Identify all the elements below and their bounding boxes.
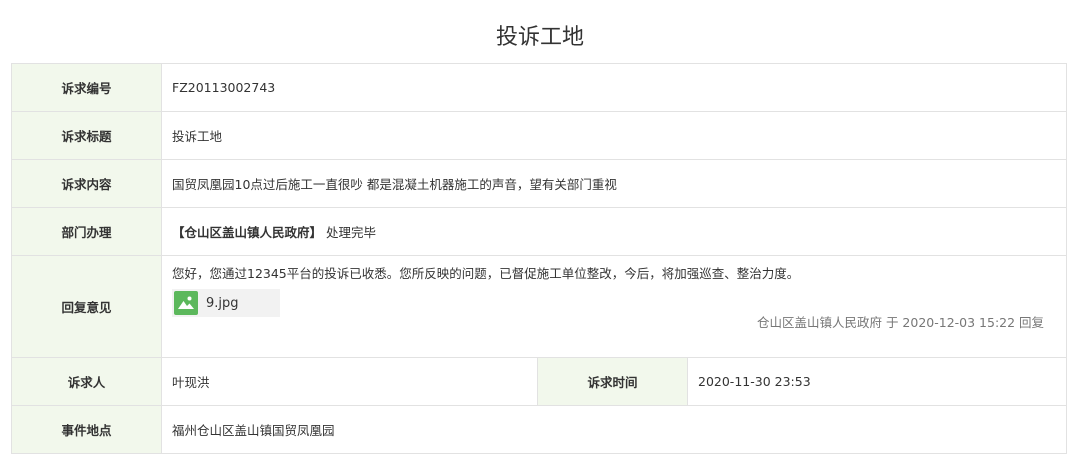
reply-meta: 仓山区盖山镇人民政府 于 2020-12-03 15:22 回复 [756,315,1045,330]
row-department: 部门办理 【仓山区盖山镇人民政府】 处理完毕 [11,207,1068,256]
row-complaint-id: 诉求编号 FZ20113002743 [11,63,1068,112]
person-label: 诉求人 [11,357,162,406]
complaint-content-value: 国贸凤凰园10点过后施工一直很吵 都是混凝土机器施工的声音，望有关部门重视 [160,159,1068,208]
time-value: 2020-11-30 23:53 [686,357,1068,406]
department-value: 【仓山区盖山镇人民政府】 处理完毕 [160,207,1068,256]
reply-label: 回复意见 [11,255,162,358]
attachment-name: 9.jpg [206,295,239,311]
department-status: 处理完毕 [326,225,377,240]
complaint-title-label: 诉求标题 [11,111,162,160]
complaint-id-label: 诉求编号 [11,63,162,112]
row-location: 事件地点 福州仓山区盖山镇国贸凤凰园 [11,405,1068,454]
complaint-id-value: FZ20113002743 [160,63,1068,112]
person-value: 叶现洪 [161,357,538,406]
complaint-title-value: 投诉工地 [160,111,1068,160]
complaint-detail-table: 诉求编号 FZ20113002743 诉求标题 投诉工地 诉求内容 国贸凤凰园1… [11,63,1068,454]
location-label: 事件地点 [11,405,162,454]
location-value: 福州仓山区盖山镇国贸凤凰园 [160,405,1068,454]
time-label: 诉求时间 [537,357,688,406]
department-name: 【仓山区盖山镇人民政府】 [172,225,323,240]
reply-text: 您好，您通过12345平台的投诉已收悉。您所反映的问题，已督促施工单位整改，今后… [172,266,800,281]
attachment-link[interactable]: 9.jpg [172,289,280,317]
reply-content: 您好，您通过12345平台的投诉已收悉。您所反映的问题，已督促施工单位整改，今后… [160,255,1068,358]
row-complaint-title: 诉求标题 投诉工地 [11,111,1068,160]
row-person-time: 诉求人 叶现洪 诉求时间 2020-11-30 23:53 [11,357,1068,406]
row-complaint-content: 诉求内容 国贸凤凰园10点过后施工一直很吵 都是混凝土机器施工的声音，望有关部门… [11,159,1068,208]
department-label: 部门办理 [11,207,162,256]
complaint-content-label: 诉求内容 [11,159,162,208]
page-title: 投诉工地 [495,25,584,50]
image-icon [174,291,198,315]
row-reply: 回复意见 您好，您通过12345平台的投诉已收悉。您所反映的问题，已督促施工单位… [11,255,1068,358]
